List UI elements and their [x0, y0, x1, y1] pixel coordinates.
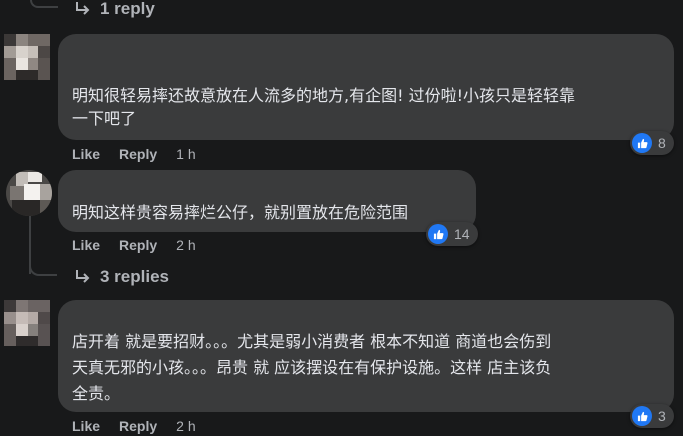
replies-label: 1 reply: [100, 0, 155, 18]
comment-bubble: 明知这样贵容易摔烂公仔，就别置放在危险范围: [58, 170, 476, 232]
comment-timestamp[interactable]: 2 h: [176, 418, 195, 434]
thumbs-up-icon: [428, 224, 448, 244]
comment-timestamp[interactable]: 2 h: [176, 237, 195, 253]
comment-text-line: 店开着 就是要招财。。。尤其是弱小消费者 根本不知道 商道也会伤到: [72, 332, 552, 351]
like-button[interactable]: Like: [72, 237, 100, 253]
avatar[interactable]: [6, 170, 52, 216]
comment-text-line: 全责。: [72, 384, 121, 403]
comment-text-line: 一下吧了: [72, 109, 137, 128]
reply-arrow-icon: [76, 270, 90, 283]
thumbs-up-icon: [632, 133, 652, 153]
reaction-count-badge[interactable]: 14: [426, 222, 478, 246]
comment-bubble: 店开着 就是要招财。。。尤其是弱小消费者 根本不知道 商道也会伤到 天真无邪的小…: [58, 300, 674, 412]
comment-text-line: 明知这样贵容易摔烂公仔，就别置放在危险范围: [72, 203, 409, 222]
view-replies-link[interactable]: 3 replies: [74, 267, 169, 287]
reply-button[interactable]: Reply: [119, 146, 157, 162]
reaction-count-badge[interactable]: 8: [630, 131, 674, 155]
reaction-count: 8: [658, 135, 666, 151]
comment-actions: Like Reply 1 h: [72, 146, 196, 162]
comment-actions: Like Reply 2 h: [72, 237, 196, 253]
comment-timestamp[interactable]: 1 h: [176, 146, 195, 162]
like-button[interactable]: Like: [72, 146, 100, 162]
comment-actions: Like Reply 2 h: [72, 418, 196, 434]
avatar[interactable]: [4, 34, 50, 80]
thumbs-up-icon: [632, 406, 652, 426]
comment-text-line: 天真无邪的小孩。。。昂贵 就 应该摆设在有保护设施。这样 店主该负: [72, 358, 552, 377]
comment-bubble: 明知很轻易摔还故意放在人流多的地方,有企图! 过份啦!小孩只是轻轻靠 一下吧了: [58, 34, 674, 140]
avatar[interactable]: [4, 300, 50, 346]
comment-text-line: 明知很轻易摔还故意放在人流多的地方,有企图! 过份啦!小孩只是轻轻靠: [72, 86, 576, 105]
reply-arrow-icon: [76, 2, 90, 15]
reaction-count: 14: [454, 226, 470, 242]
reply-button[interactable]: Reply: [119, 418, 157, 434]
thread-connector: [29, 256, 57, 276]
reaction-count-badge[interactable]: 3: [630, 404, 674, 428]
reaction-count: 3: [658, 408, 666, 424]
replies-label: 3 replies: [100, 267, 169, 286]
reply-button[interactable]: Reply: [119, 237, 157, 253]
view-replies-link[interactable]: 1 reply: [74, 0, 155, 19]
like-button[interactable]: Like: [72, 418, 100, 434]
thread-connector: [30, 0, 58, 8]
